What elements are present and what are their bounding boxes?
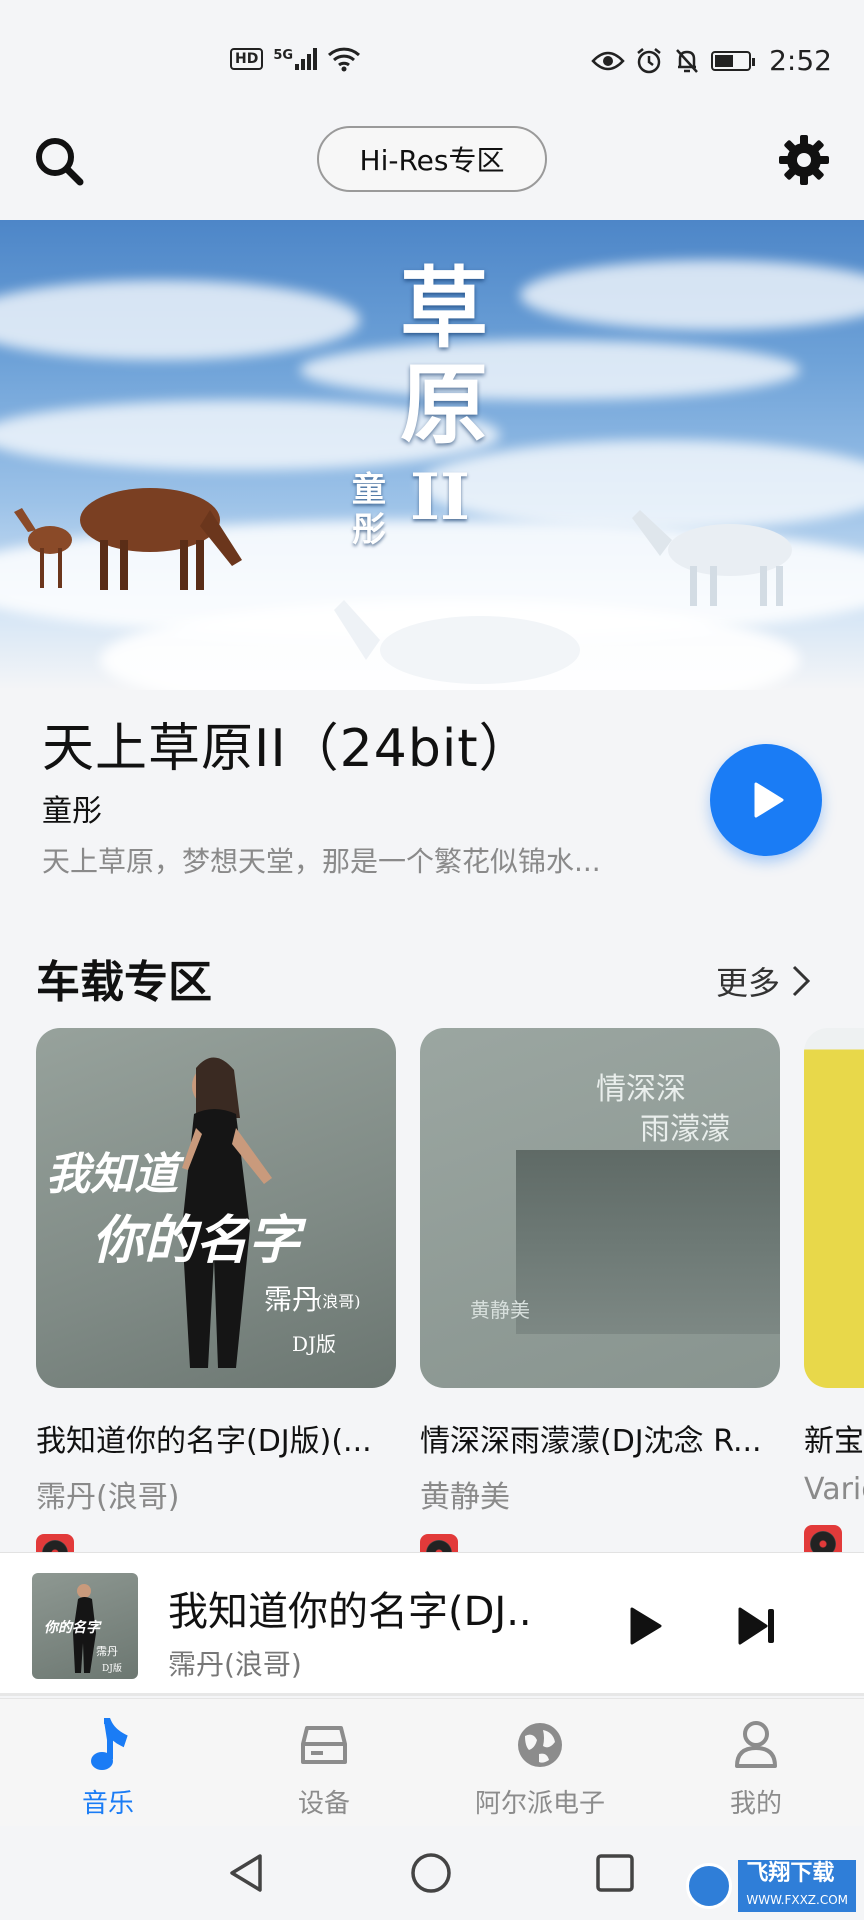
cover-rain-window-image <box>516 1150 780 1334</box>
watermark-icon <box>686 1862 733 1909</box>
playback-progress-bar <box>0 1693 864 1696</box>
nav-item-alpine[interactable]: 阿尔派电子 <box>432 1699 648 1826</box>
mini-player-title[interactable]: 我知道你的名字(DJ.. <box>168 1579 532 1637</box>
status-icons-system: 2:52 <box>591 44 832 77</box>
mini-player-artist: 霈丹(浪哥) <box>168 1648 302 1681</box>
eye-icon <box>591 51 625 70</box>
nav-item-device[interactable]: 设备 <box>216 1699 432 1826</box>
nav-item-mine[interactable]: 我的 <box>648 1699 864 1826</box>
cover-title-line2: 你的名字 <box>92 1210 301 1271</box>
mute-icon <box>676 48 699 73</box>
nav-label-mine: 我的 <box>729 1789 782 1819</box>
album-card-title[interactable]: 我知道你的名字(DJ版)(... <box>36 1416 396 1460</box>
banner-title-char1: 草 <box>400 256 489 360</box>
album-card[interactable]: 情深深 雨濛濛 黄静美 情深深雨濛濛(DJ沈念 R... 黄静美 <box>420 1028 780 1572</box>
hires-zone-button[interactable]: Hi-Res专区 <box>317 126 547 192</box>
status-time: 2:52 <box>769 44 832 77</box>
mini-player[interactable]: 你的名字 霈丹 DJ版 我知道你的名字(DJ.. 霈丹(浪哥) <box>0 1552 864 1696</box>
featured-album-description: 天上草原，梦想天堂，那是一个繁花似锦水... <box>42 845 601 878</box>
play-icon[interactable] <box>620 1601 670 1651</box>
music-note-icon <box>80 1717 136 1773</box>
album-card-artist: 霈丹(浪哥) <box>36 1480 180 1515</box>
watermark-title: 飞翔下载 <box>746 1860 835 1886</box>
banner-title-art: 草 原 <box>400 260 488 452</box>
nav-label-device: 设备 <box>297 1789 350 1819</box>
watermark-text: 飞翔下载 WWW.FXXZ.COM <box>738 1859 856 1912</box>
album-cover[interactable]: 情深深 雨濛濛 黄静美 <box>420 1028 780 1388</box>
mini-player-cover[interactable]: 你的名字 霈丹 DJ版 <box>32 1573 138 1679</box>
home-circle-icon[interactable] <box>406 1848 456 1898</box>
cover-title-line2: 雨濛濛 <box>640 1112 730 1147</box>
skip-next-icon[interactable] <box>732 1601 782 1651</box>
cover-artist: 霈丹 <box>264 1283 321 1316</box>
horse-white-image <box>632 510 792 606</box>
network-type-label: 5G <box>273 48 294 63</box>
status-icons-network: HD 5G <box>230 46 361 72</box>
watermark-logo: 飞翔下载 WWW.FXXZ.COM <box>686 1859 856 1912</box>
watermark-subtitle: WWW.FXXZ.COM <box>746 1892 848 1907</box>
album-cover[interactable]: 我知道 你的名字 霈丹 (浪哥) DJ版 <box>36 1028 396 1388</box>
nav-label-alpine: 阿尔派电子 <box>474 1789 605 1819</box>
album-card[interactable]: 我知道 你的名字 霈丹 (浪哥) DJ版 我知道你的名字(DJ版)(... 霈丹… <box>36 1028 396 1572</box>
mini-cover-artist: 霈丹 <box>96 1645 118 1658</box>
hires-zone-label: Hi-Res专区 <box>359 144 505 177</box>
mini-cover-title: 你的名字 <box>44 1620 100 1636</box>
album-card-title[interactable]: 情深深雨濛濛(DJ沈念 R... <box>420 1416 780 1460</box>
featured-album-artist[interactable]: 童彤 <box>42 786 102 830</box>
signal-icon: 5G <box>273 48 318 70</box>
device-icon <box>296 1717 352 1773</box>
top-bar: Hi-Res专区 <box>0 110 864 220</box>
more-button[interactable]: 更多 <box>716 958 812 1004</box>
wifi-icon <box>328 47 361 72</box>
album-card-artist: 黄静美 <box>420 1480 510 1515</box>
featured-album-title[interactable]: 天上草原II（24bit） <box>42 706 532 781</box>
globe-icon <box>512 1717 568 1773</box>
cover-artist-alias: (浪哥) <box>316 1292 361 1311</box>
mini-cover-version: DJ版 <box>102 1664 122 1674</box>
cover-title-line1: 我知道 <box>46 1149 178 1200</box>
banner-roman-art: II <box>410 460 470 535</box>
album-card[interactable]: 新宝 Vario <box>804 1028 864 1563</box>
system-navigation-bar: 飞翔下载 WWW.FXXZ.COM <box>0 1826 864 1920</box>
horse-white-front-image <box>334 600 580 684</box>
banner-artist-art: 童彤 <box>352 470 386 550</box>
bottom-navigation: 音乐 设备 阿尔派电子 我的 <box>0 1698 864 1826</box>
cover-title-line1: 情深深 <box>596 1072 686 1107</box>
chevron-right-icon <box>792 965 811 997</box>
status-bar: HD 5G 2:52 <box>0 0 864 110</box>
back-triangle-icon[interactable] <box>222 1848 272 1898</box>
search-icon[interactable] <box>32 134 86 188</box>
hd-icon: HD <box>230 48 264 70</box>
album-card-artist: Vario <box>804 1472 864 1507</box>
cover-version: DJ版 <box>292 1332 337 1356</box>
person-icon <box>728 1717 784 1773</box>
battery-icon <box>711 50 756 71</box>
cover-artist: 黄静美 <box>470 1298 530 1322</box>
album-card-title[interactable]: 新宝 <box>804 1416 864 1460</box>
gear-icon[interactable] <box>776 132 832 188</box>
play-icon <box>754 782 784 818</box>
horse-brown-image <box>14 488 242 590</box>
banner-title-char2: 原 <box>400 352 489 456</box>
featured-album-banner[interactable]: 草 原 童彤 II <box>0 220 864 690</box>
recents-square-icon[interactable] <box>590 1848 640 1898</box>
section-title: 车载专区 <box>36 957 212 1008</box>
album-cover[interactable] <box>804 1028 864 1388</box>
more-label: 更多 <box>716 964 781 1002</box>
alarm-icon <box>637 47 661 73</box>
nav-label-music: 音乐 <box>81 1789 134 1819</box>
nav-item-music[interactable]: 音乐 <box>0 1699 216 1826</box>
featured-play-button[interactable] <box>710 744 822 856</box>
